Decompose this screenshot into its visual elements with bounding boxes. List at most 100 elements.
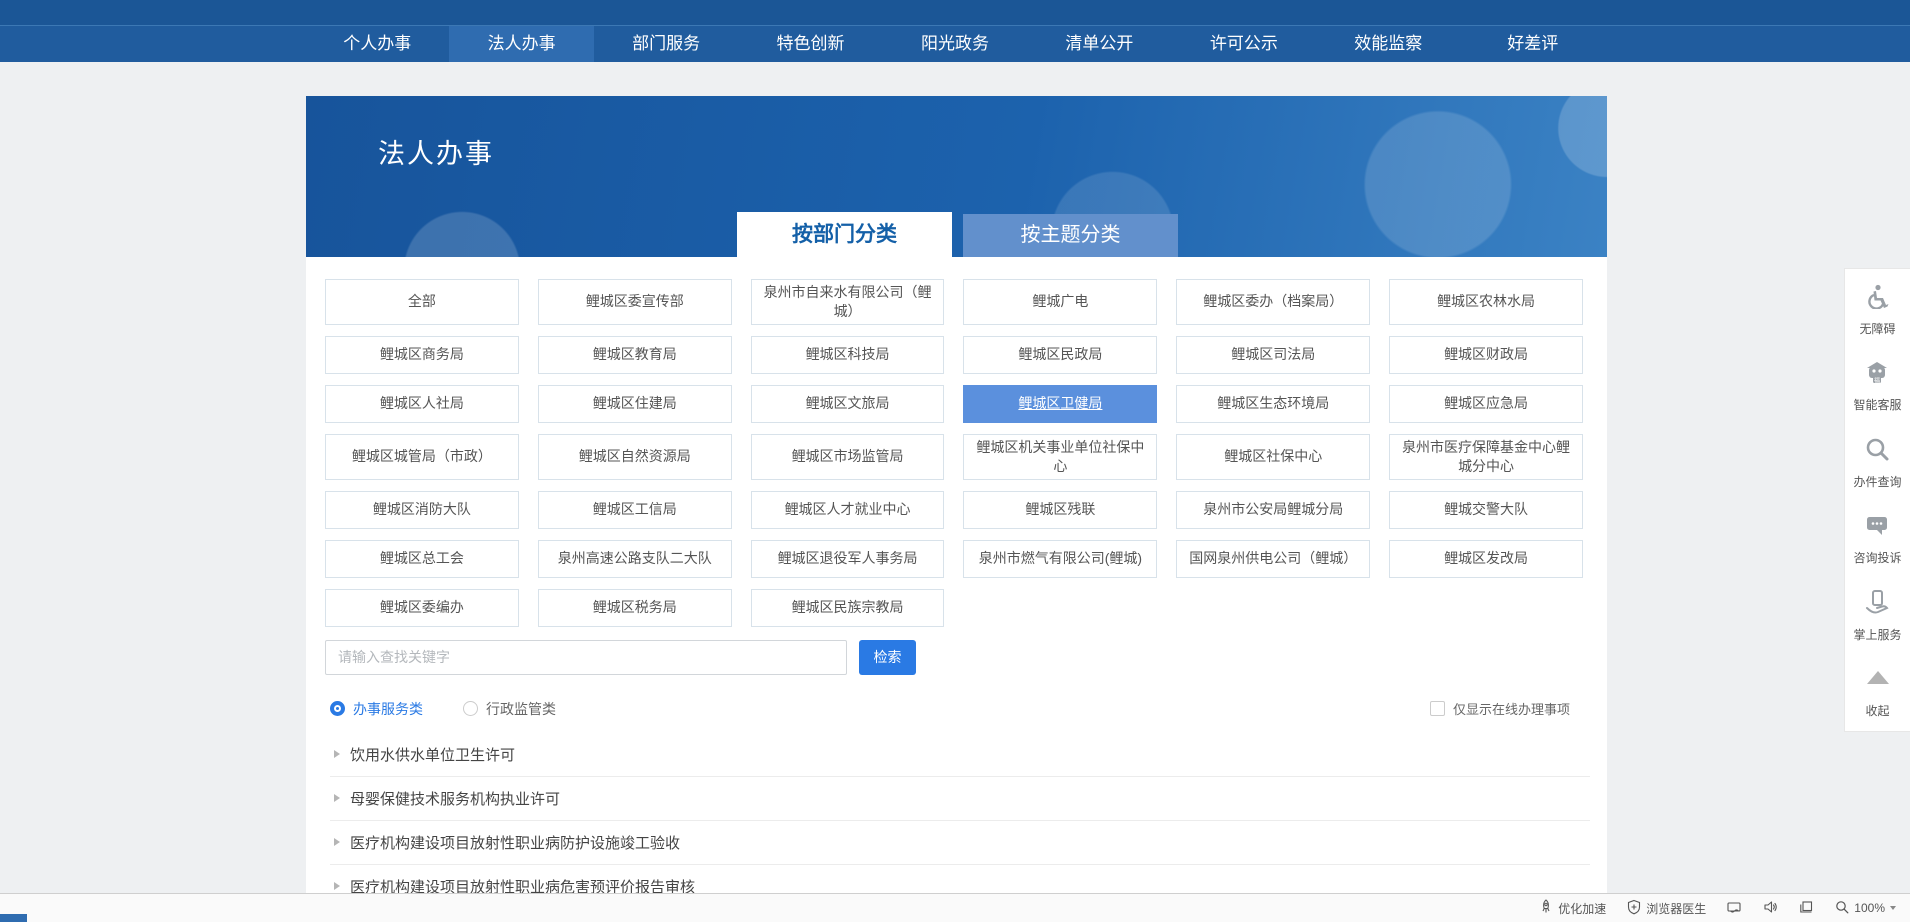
filter-row: 办事服务类 行政监管类 仅显示在线办理事项 (330, 699, 1570, 719)
department-button[interactable]: 鲤城区民族宗教局 (751, 589, 945, 627)
search-button[interactable]: 检索 (859, 640, 916, 675)
caret-right-icon (334, 882, 340, 890)
side-item-收起[interactable]: 收起 (1865, 665, 1891, 719)
radio-unselected-icon[interactable] (463, 701, 478, 716)
department-button[interactable]: 鲤城区机关事业单位社保中心 (963, 434, 1157, 480)
department-button[interactable]: 鲤城区城管局（市政） (325, 434, 519, 480)
svg-text:福: 福 (1874, 377, 1880, 385)
department-button[interactable]: 鲤城区委办（档案局） (1176, 279, 1370, 325)
department-button[interactable]: 鲤城区民政局 (963, 336, 1157, 374)
department-button[interactable]: 鲤城区商务局 (325, 336, 519, 374)
restore-window-icon (1798, 899, 1814, 918)
nav-item[interactable]: 法人办事 (449, 26, 593, 62)
department-button[interactable]: 鲤城区人才就业中心 (751, 491, 945, 529)
caret-right-icon (334, 794, 340, 802)
nav-item[interactable]: 效能监察 (1316, 26, 1460, 62)
content-area: 全部鲤城区委宣传部泉州市自来水有限公司（鲤城） 鲤城广电鲤城区委办（档案局） 鲤城区… (306, 257, 1607, 922)
status-item-浏览器医生[interactable]: 浏览器医生 (1626, 899, 1706, 918)
status-item[interactable] (1726, 899, 1742, 918)
department-button[interactable]: 鲤城区应急局 (1389, 385, 1583, 423)
department-button[interactable]: 鲤城区农林水局 (1389, 279, 1583, 325)
floating-side-panel: 无障碍福智能客服办件查询咨询投诉掌上服务收起 (1844, 268, 1910, 732)
rocket-icon (1538, 899, 1554, 918)
side-item-label: 掌上服务 (1853, 626, 1901, 643)
department-button[interactable]: 全部 (325, 279, 519, 325)
department-button[interactable]: 鲤城区委编办 (325, 589, 519, 627)
zoom-icon (1834, 899, 1850, 918)
nav-item[interactable]: 好差评 (1461, 26, 1605, 62)
department-button[interactable]: 泉州市燃气有限公司(鲤城) (963, 540, 1157, 578)
collapse-triangle-icon (1865, 665, 1891, 702)
nav-item[interactable]: 部门服务 (594, 26, 738, 62)
department-button[interactable]: 鲤城交警大队 (1389, 491, 1583, 529)
department-button[interactable]: 鲤城区司法局 (1176, 336, 1370, 374)
chat-icon (1864, 512, 1890, 549)
radio-service-type[interactable]: 办事服务类 (330, 699, 423, 719)
department-button[interactable]: 鲤城区教育局 (538, 336, 732, 374)
radio-supervision-type[interactable]: 行政监管类 (463, 699, 556, 719)
department-button[interactable]: 鲤城广电 (963, 279, 1157, 325)
department-button[interactable]: 鲤城区财政局 (1389, 336, 1583, 374)
caret-right-icon (334, 838, 340, 846)
department-button[interactable]: 鲤城区消防大队 (325, 491, 519, 529)
checkbox-icon[interactable] (1430, 701, 1445, 716)
department-button[interactable]: 鲤城区残联 (963, 491, 1157, 529)
service-item-label: 医疗机构建设项目放射性职业病防护设施竣工验收 (350, 832, 680, 853)
radio-label[interactable]: 行政监管类 (486, 699, 556, 719)
department-button[interactable]: 鲤城区科技局 (751, 336, 945, 374)
side-item-咨询投诉[interactable]: 咨询投诉 (1853, 512, 1901, 566)
department-button[interactable]: 鲤城区总工会 (325, 540, 519, 578)
caret-right-icon (334, 750, 340, 758)
side-item-无障碍[interactable]: 无障碍 (1859, 283, 1895, 337)
department-button[interactable]: 泉州市自来水有限公司（鲤城） (751, 279, 945, 325)
department-button[interactable]: 鲤城区发改局 (1389, 540, 1583, 578)
service-list: 饮用水供水单位卫生许可母婴保健技术服务机构执业许可医疗机构建设项目放射性职业病防… (330, 733, 1590, 909)
side-item-label: 收起 (1865, 702, 1889, 719)
zoom-dropdown-caret[interactable] (1890, 906, 1896, 910)
department-button[interactable]: 泉州高速公路支队二大队 (538, 540, 732, 578)
radio-label[interactable]: 办事服务类 (353, 699, 423, 719)
nav-item[interactable]: 特色创新 (738, 26, 882, 62)
nav-item[interactable]: 个人办事 (305, 26, 449, 62)
department-button[interactable]: 鲤城区市场监管局 (751, 434, 945, 480)
online-only-checkbox-wrap[interactable]: 仅显示在线办理事项 (1430, 699, 1570, 718)
service-item[interactable]: 医疗机构建设项目放射性职业病防护设施竣工验收 (330, 821, 1590, 865)
department-button[interactable]: 鲤城区委宣传部 (538, 279, 732, 325)
department-button[interactable]: 鲤城区工信局 (538, 491, 732, 529)
radio-selected-icon[interactable] (330, 701, 345, 716)
nav-item[interactable]: 清单公开 (1027, 26, 1171, 62)
status-item[interactable] (1798, 899, 1814, 918)
side-item-label: 智能客服 (1853, 396, 1901, 413)
department-button[interactable]: 鲤城区卫健局 (963, 385, 1157, 423)
department-button[interactable]: 国网泉州供电公司（鲤城） (1176, 540, 1370, 578)
service-item[interactable]: 母婴保健技术服务机构执业许可 (330, 777, 1590, 821)
department-button[interactable]: 泉州市医疗保障基金中心鲤城分中心 (1389, 434, 1583, 480)
department-button[interactable]: 鲤城区自然资源局 (538, 434, 732, 480)
side-item-智能客服[interactable]: 福智能客服 (1853, 359, 1901, 413)
nav-item[interactable]: 阳光政务 (883, 26, 1027, 62)
status-item-label: 浏览器医生 (1646, 900, 1706, 917)
department-button[interactable]: 鲤城区社保中心 (1176, 434, 1370, 480)
zoom-control[interactable]: 100% (1834, 899, 1896, 918)
nav-item[interactable]: 许可公示 (1172, 26, 1316, 62)
department-button[interactable]: 泉州市公安局鲤城分局 (1176, 491, 1370, 529)
tab-by-theme[interactable]: 按主题分类 (963, 214, 1178, 257)
service-item[interactable]: 饮用水供水单位卫生许可 (330, 733, 1590, 777)
department-grid: 全部鲤城区委宣传部泉州市自来水有限公司（鲤城） 鲤城广电鲤城区委办（档案局） 鲤城区… (306, 257, 1607, 627)
side-item-掌上服务[interactable]: 掌上服务 (1853, 589, 1901, 643)
zoom-level: 100% (1854, 901, 1885, 915)
page-title: 法人办事 (378, 132, 494, 171)
department-button[interactable]: 鲤城区退役军人事务局 (751, 540, 945, 578)
department-button[interactable]: 鲤城区住建局 (538, 385, 732, 423)
department-button[interactable]: 鲤城区税务局 (538, 589, 732, 627)
tab-by-department[interactable]: 按部门分类 (737, 212, 952, 257)
screenshot-icon (1726, 899, 1742, 918)
status-item-优化加速[interactable]: 优化加速 (1538, 899, 1606, 918)
search-input[interactable] (325, 640, 847, 675)
department-button[interactable]: 鲤城区文旅局 (751, 385, 945, 423)
department-button[interactable]: 鲤城区生态环境局 (1176, 385, 1370, 423)
side-item-办件查询[interactable]: 办件查询 (1853, 436, 1901, 490)
status-item[interactable] (1762, 899, 1778, 918)
side-item-label: 无障碍 (1859, 320, 1895, 337)
department-button[interactable]: 鲤城区人社局 (325, 385, 519, 423)
